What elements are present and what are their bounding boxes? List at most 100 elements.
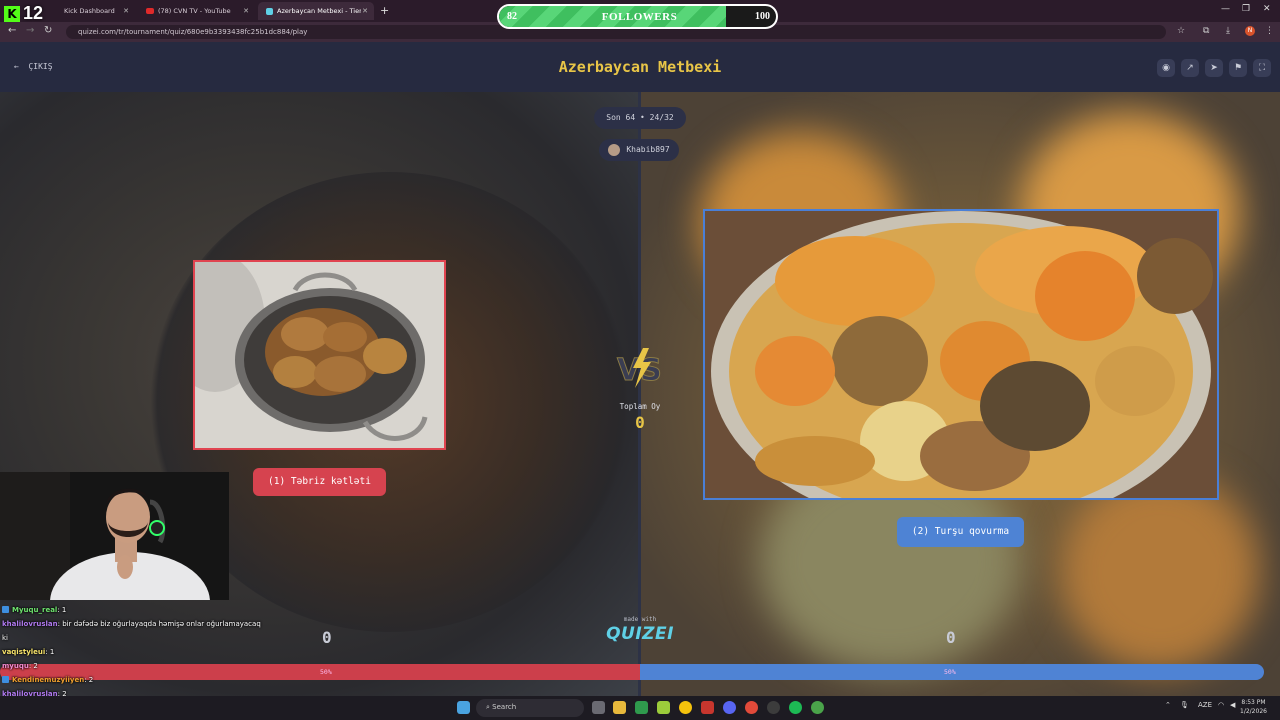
file-explorer-icon[interactable] — [613, 701, 626, 714]
tab-label: Azerbaycan Metbexi - Tier List... — [277, 7, 361, 15]
app-red-icon[interactable] — [701, 701, 714, 714]
taskbar-clock[interactable]: 8:53 PM 1/2/2026 — [1240, 698, 1267, 716]
minimize-icon[interactable]: — — [1221, 4, 1230, 14]
option-right-button[interactable]: (2) Turşu qovurma — [897, 517, 1024, 547]
right-percent: 50% — [944, 668, 956, 676]
webcam-overlay — [0, 472, 229, 600]
app-lime-icon[interactable] — [657, 701, 670, 714]
search-icon: ⌕ — [486, 703, 490, 711]
quizei-favicon-icon — [266, 7, 273, 15]
chat-badge-icon — [2, 606, 9, 613]
chat-badge-icon — [2, 676, 9, 683]
chat-message: khalilovruslan: bir dəfədə biz oğurlayaq… — [2, 617, 292, 631]
chrome-profile-icon[interactable] — [811, 701, 824, 714]
avatar — [608, 143, 621, 156]
tab-quizei[interactable]: Azerbaycan Metbexi - Tier List... ✕ — [258, 2, 374, 20]
chat-message: vaqistyleui: 1 — [2, 645, 292, 659]
option-right-image[interactable] — [703, 209, 1219, 500]
bookmark-star-icon[interactable]: ☆ — [1177, 26, 1185, 36]
streamer-webcam-image — [0, 472, 229, 600]
tray-chevron-icon[interactable]: ⌃ — [1165, 701, 1171, 709]
kick-badge-count: 12 — [23, 3, 44, 23]
tab-label: (78) CVN TV - YouTube — [158, 7, 231, 15]
quiz-title: Azerbaycan Metbexi — [558, 58, 722, 76]
spotify-icon[interactable] — [789, 701, 802, 714]
tab-label: Kick Dashboard — [64, 7, 115, 15]
tab-youtube[interactable]: (78) CVN TV - YouTube ✕ — [138, 2, 255, 20]
chrome-icon[interactable] — [679, 701, 692, 714]
chat-text: ki — [2, 634, 8, 642]
total-votes-label: Toplam Oy — [619, 402, 661, 411]
chat-username[interactable]: khalilovruslan — [2, 620, 58, 628]
send-icon[interactable]: ➤ — [1205, 59, 1223, 77]
close-icon[interactable]: ✕ — [123, 7, 129, 15]
window-close-icon[interactable]: ✕ — [1263, 4, 1271, 14]
kick-overlay: K 12 — [4, 3, 43, 24]
clock-time: 8:53 PM — [1241, 699, 1266, 706]
chat-username[interactable]: myuqu — [2, 662, 29, 670]
new-tab-icon[interactable]: + — [380, 4, 389, 17]
right-score: 0 — [946, 628, 956, 647]
wifi-icon[interactable]: ◠ — [1218, 701, 1224, 709]
quizei-logo[interactable]: QUIZEI — [600, 624, 680, 644]
tursu-qovurma-photo — [705, 211, 1217, 498]
center-divider — [638, 92, 641, 696]
chat-text: : 1 — [45, 648, 55, 656]
taskbar-search[interactable]: ⌕ Search — [476, 699, 584, 717]
reload-icon[interactable]: ↻ — [44, 25, 52, 36]
quiz-header: ← ÇIKIŞ Azerbaycan Metbexi ◉ ↗ ➤ ⚑ ⛶ — [0, 42, 1280, 92]
flag-icon[interactable]: ⚑ — [1229, 59, 1247, 77]
total-votes-value: 0 — [635, 413, 645, 432]
task-view-icon[interactable] — [592, 701, 605, 714]
mic-icon[interactable]: 🎙 — [1180, 701, 1189, 709]
clock-date: 1/2/2026 — [1240, 708, 1267, 715]
left-percent: 50% — [320, 668, 332, 676]
obs-icon[interactable] — [767, 701, 780, 714]
chat-text: : bir dəfədə biz oğurlayaqda həmişə onla… — [57, 620, 261, 628]
option-left-button[interactable]: (1) Təbriz kətləti — [253, 468, 386, 496]
menu-dots-icon[interactable]: ⋮ — [1265, 26, 1274, 36]
close-icon[interactable]: ✕ — [362, 7, 368, 15]
chat-text: : 2 — [28, 662, 38, 670]
search-label: Search — [492, 703, 517, 711]
extensions-icon[interactable]: ⧉ — [1203, 26, 1209, 36]
share-icon[interactable]: ↗ — [1181, 59, 1199, 77]
chat-username[interactable]: Myuqu_real — [12, 606, 57, 614]
close-icon[interactable]: ✕ — [243, 7, 249, 15]
volume-icon[interactable]: ◀ — [1230, 701, 1235, 709]
tebriz-kotleti-photo — [195, 262, 444, 448]
option-left-image[interactable] — [193, 260, 446, 450]
followers-goal: 100 — [755, 11, 770, 22]
right-percent-bar: 50% — [640, 664, 1264, 680]
language-indicator[interactable]: AZE — [1198, 701, 1212, 709]
windows-taskbar: ⌕ Search ⌃ 🎙 AZE ◠ ◀ 8:53 PM 1/2/2026 — [0, 696, 1280, 720]
forward-icon[interactable]: → — [26, 25, 34, 36]
tab-kick-dashboard[interactable]: Kick Dashboard ✕ — [30, 2, 135, 20]
app-green-icon[interactable] — [635, 701, 648, 714]
chat-username[interactable]: Kendinemuzyiiyen — [12, 676, 84, 684]
eye-icon[interactable]: ◉ — [1157, 59, 1175, 77]
left-score: 0 — [322, 628, 332, 647]
user-pill: Khabib897 — [599, 139, 679, 161]
made-with-label: made with — [623, 616, 657, 623]
chrome-active-icon[interactable] — [745, 701, 758, 714]
chat-username[interactable]: vaqistyleui — [2, 648, 45, 656]
chat-message: ki — [2, 631, 292, 645]
fullscreen-icon[interactable]: ⛶ — [1253, 59, 1271, 77]
followers-goal-bar: 82 FOLLOWERS 100 — [497, 4, 778, 29]
discord-icon[interactable] — [723, 701, 736, 714]
round-indicator: Son 64 • 24/32 — [594, 107, 686, 129]
download-icon[interactable]: ⤓ — [1226, 26, 1230, 36]
widgets-icon[interactable] — [457, 701, 470, 714]
profile-avatar[interactable]: N — [1245, 26, 1255, 36]
kick-logo-icon: K — [4, 5, 20, 22]
chat-message: Kendinemuzyiiyen: 2 — [2, 673, 292, 687]
maximize-icon[interactable]: ❐ — [1242, 4, 1250, 14]
chat-message: myuqu: 2 — [2, 659, 292, 673]
chat-message: Myuqu_real: 1 — [2, 603, 292, 617]
youtube-icon — [146, 8, 154, 14]
back-icon[interactable]: ← — [8, 25, 16, 36]
chat-text: : 1 — [57, 606, 67, 614]
vs-badge-icon: VS — [617, 348, 662, 389]
followers-label: FOLLOWERS — [601, 11, 678, 23]
